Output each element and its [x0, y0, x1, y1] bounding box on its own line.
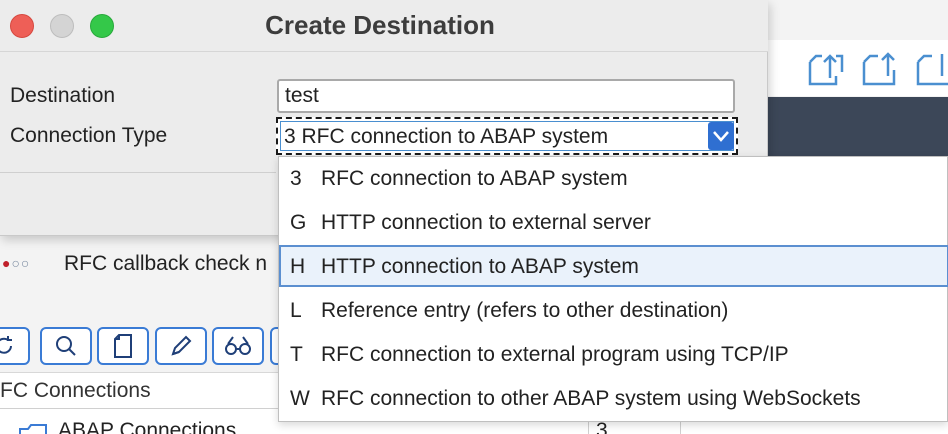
folder-icon [19, 424, 47, 434]
display-button[interactable] [212, 327, 264, 365]
export-icon[interactable] [806, 48, 846, 88]
option-text: HTTP connection to ABAP system [321, 255, 639, 278]
dropdown-option[interactable]: T RFC connection to external program usi… [279, 335, 948, 375]
connection-type-dropdown: 3 RFC connection to ABAP system G HTTP c… [278, 156, 948, 422]
callback-check-label: RFC callback check n [64, 252, 268, 275]
option-code: G [290, 211, 307, 234]
dropdown-option-highlighted[interactable]: H HTTP connection to ABAP system [279, 245, 948, 287]
dropdown-option[interactable]: G HTTP connection to external server [279, 203, 948, 243]
connection-type-select[interactable]: 3 RFC connection to ABAP system [276, 117, 738, 155]
background-toolbar [760, 40, 948, 96]
destination-input[interactable] [277, 79, 735, 113]
upload-icon[interactable] [860, 48, 900, 88]
dropdown-toggle-button[interactable] [708, 122, 734, 150]
new-document-button[interactable] [97, 327, 149, 365]
table-header-label: FC Connections [0, 379, 151, 402]
radio-group[interactable]: ●○○ [2, 255, 30, 271]
dialog-titlebar: Create Destination [0, 0, 768, 52]
connection-type-value: 3 RFC connection to ABAP system [284, 125, 609, 148]
new-document-icon [114, 334, 132, 358]
option-text: Reference entry (refers to other destina… [321, 299, 729, 322]
option-text: RFC connection to ABAP system [321, 167, 628, 190]
connection-type-label: Connection Type [10, 124, 168, 147]
option-text: RFC connection to other ABAP system usin… [321, 387, 861, 410]
option-code: W [290, 387, 310, 410]
edit-icon [171, 335, 192, 356]
display-icon [225, 336, 251, 355]
dropdown-option[interactable]: W RFC connection to other ABAP system us… [279, 379, 948, 419]
option-text: RFC connection to external program using… [321, 343, 789, 366]
option-text: HTTP connection to external server [321, 211, 651, 234]
search-button[interactable] [40, 327, 92, 365]
option-code: H [290, 255, 306, 278]
download-icon[interactable] [914, 48, 948, 88]
edit-button[interactable] [155, 327, 207, 365]
search-icon [56, 336, 76, 356]
option-code: L [290, 299, 302, 322]
background-header-bar [760, 97, 948, 157]
radio-empty-icon[interactable]: ○○ [11, 255, 30, 271]
option-code: 3 [290, 167, 302, 190]
dialog-divider [0, 172, 276, 173]
option-code: T [290, 343, 303, 366]
chevron-down-icon [713, 131, 729, 142]
refresh-button[interactable] [0, 327, 30, 365]
table-row-label[interactable]: ABAP Connections [58, 419, 236, 434]
dialog-title: Create Destination [265, 10, 495, 40]
destination-label: Destination [10, 84, 116, 107]
dropdown-option[interactable]: L Reference entry (refers to other desti… [279, 291, 948, 331]
dropdown-option[interactable]: 3 RFC connection to ABAP system [279, 159, 948, 199]
refresh-icon [0, 336, 12, 354]
